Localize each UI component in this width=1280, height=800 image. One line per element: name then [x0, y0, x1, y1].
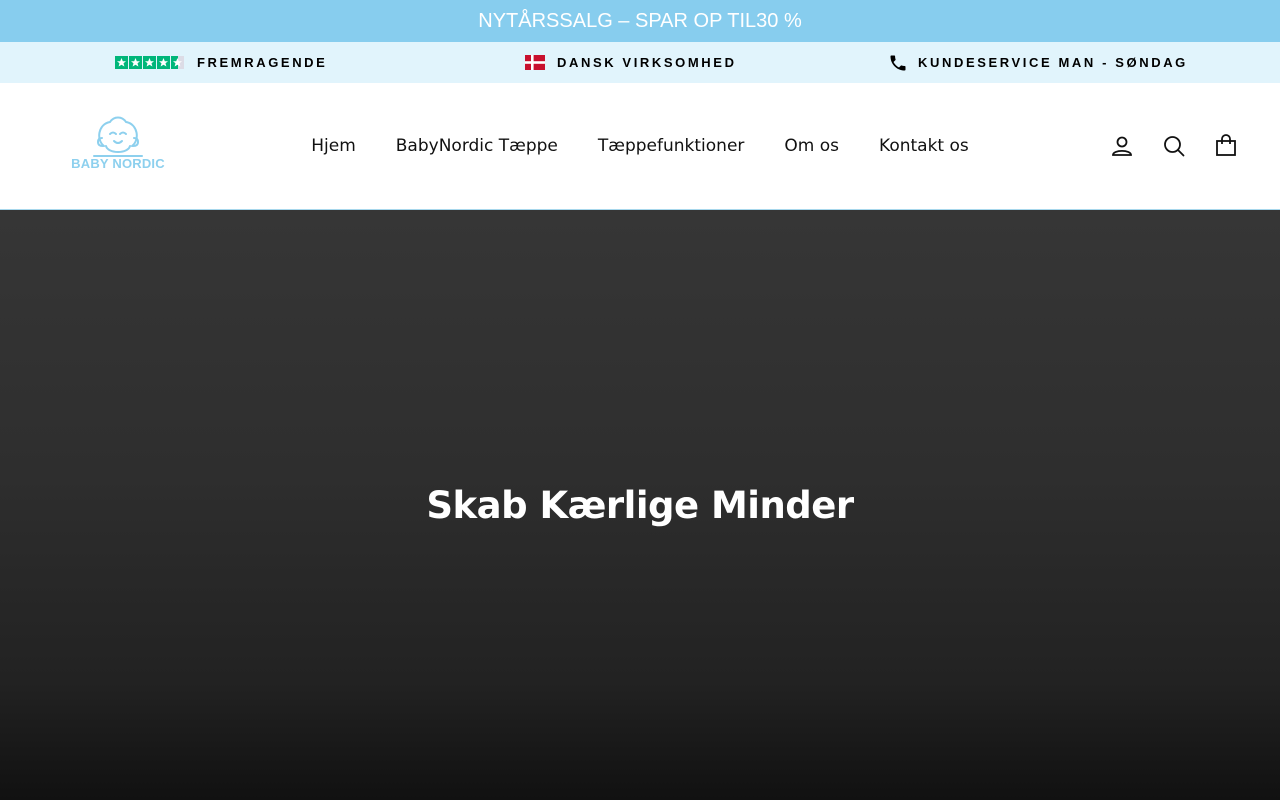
main-nav: Hjem BabyNordic Tæppe Tæppefunktioner Om… [0, 83, 1280, 209]
nav-item-babynordic-taeppe[interactable]: BabyNordic Tæppe [376, 136, 578, 156]
site-header: BABY NORDIC Hjem BabyNordic Tæppe Tæppef… [0, 83, 1280, 210]
nav-item-hjem[interactable]: Hjem [291, 136, 376, 156]
hero-title: Skab Kærlige Minder [426, 483, 854, 527]
nav-item-kontakt-os[interactable]: Kontakt os [859, 136, 989, 156]
danish-flag-icon [525, 55, 545, 70]
usp-support-text: KUNDESERVICE MAN - SØNDAG [918, 55, 1188, 70]
cart-icon[interactable] [1212, 132, 1240, 160]
nav-item-taeppefunktioner[interactable]: Tæppefunktioner [578, 136, 765, 156]
search-icon[interactable] [1160, 132, 1188, 160]
usp-rating: FREMRAGENDE [115, 42, 327, 83]
usp-danish: DANSK VIRKSOMHED [525, 42, 737, 83]
usp-bar: FREMRAGENDE DANSK VIRKSOMHED KUNDESERVIC… [0, 42, 1280, 83]
account-icon[interactable] [1108, 132, 1136, 160]
usp-support: KUNDESERVICE MAN - SØNDAG [888, 42, 1188, 83]
phone-icon [888, 53, 908, 73]
trustpilot-stars-icon [115, 56, 185, 69]
nav-item-om-os[interactable]: Om os [764, 136, 859, 156]
announcement-bar: NYTÅRSSALG – SPAR OP TIL30 % [0, 0, 1280, 42]
header-actions [1108, 83, 1240, 209]
usp-rating-text: FREMRAGENDE [197, 55, 328, 70]
announcement-text: NYTÅRSSALG – SPAR OP TIL30 % [478, 9, 802, 32]
hero-banner: Skab Kærlige Minder [0, 210, 1280, 800]
usp-danish-text: DANSK VIRKSOMHED [557, 55, 737, 70]
